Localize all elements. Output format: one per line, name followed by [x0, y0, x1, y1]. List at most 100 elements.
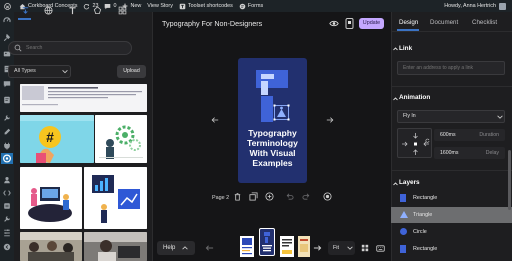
media-tile-gears[interactable] — [95, 115, 147, 163]
media-tile-screenshot[interactable] — [20, 84, 147, 112]
media3p-tab-icon[interactable] — [43, 5, 53, 15]
carousel-next-icon[interactable] — [313, 244, 322, 252]
wrench-icon[interactable] — [3, 215, 11, 223]
undo-icon[interactable] — [285, 192, 294, 201]
avatar — [499, 2, 506, 10]
account-menu[interactable]: Howdy, Anna Hertrich — [444, 0, 506, 12]
help-button[interactable]: Help — [157, 241, 195, 255]
layer-label: Circle — [413, 229, 427, 235]
tab-checklist[interactable]: Checklist — [472, 19, 497, 26]
settings-icon[interactable] — [3, 202, 11, 210]
duration-field[interactable]: 600ms Duration — [434, 129, 505, 141]
media-tile-people-desk[interactable] — [20, 167, 82, 229]
templates-tab-icon[interactable] — [117, 5, 127, 15]
dashboard-icon[interactable] — [3, 16, 11, 24]
delay-field[interactable]: 1600ms Delay — [434, 147, 505, 159]
page-thumbnail-3[interactable] — [280, 236, 294, 257]
page-thumbnail-2-active[interactable] — [259, 228, 275, 256]
media-tile-charts[interactable] — [84, 167, 147, 229]
carousel-prev-icon[interactable] — [205, 244, 214, 252]
device-preview-icon[interactable] — [345, 18, 354, 29]
forms-link[interactable]: Forms — [239, 0, 263, 12]
chevron-down-icon — [497, 115, 503, 119]
keyboard-shortcuts-icon[interactable] — [376, 244, 385, 253]
toolset-icon[interactable] — [3, 189, 11, 197]
layer-label: Rectangle — [413, 195, 438, 201]
duplicate-page-icon[interactable] — [249, 192, 258, 201]
tab-document[interactable]: Document — [430, 19, 458, 26]
divider — [391, 86, 512, 87]
add-page-icon[interactable] — [265, 192, 274, 201]
customize-icon[interactable] — [3, 229, 11, 237]
preview-eye-icon[interactable] — [329, 19, 339, 28]
animation-type-dropdown[interactable]: Fly In — [397, 110, 505, 123]
forms-icon — [239, 3, 246, 9]
chevron-down-icon — [62, 70, 68, 74]
web-stories-menu-item[interactable] — [1, 153, 13, 164]
divider — [391, 170, 512, 171]
media-search-input[interactable] — [8, 41, 132, 55]
layer-item-triangle[interactable]: Triangle — [391, 207, 512, 223]
users-icon[interactable] — [3, 176, 11, 184]
media-tile-hashtag[interactable]: # — [20, 115, 94, 163]
layer-item-rectangle-2[interactable]: Rectangle — [391, 241, 512, 257]
comments-link[interactable]: 0 — [104, 0, 116, 12]
delay-value: 1600ms — [440, 150, 459, 156]
grid-view-icon[interactable] — [361, 244, 369, 252]
comments-count: 0 — [113, 3, 117, 9]
next-page-arrow-icon[interactable] — [326, 116, 334, 124]
animation-section-heading[interactable]: Animation — [399, 94, 430, 101]
refresh-icon — [84, 3, 90, 9]
media-tab-icon[interactable] — [20, 5, 30, 15]
toolset-shortcodes-link[interactable]: Toolset shortcodes — [179, 0, 233, 12]
update-button[interactable]: Update — [359, 18, 384, 29]
chevron-up-icon[interactable] — [393, 97, 398, 101]
page-thumbnail-1[interactable] — [240, 236, 254, 257]
posts-pin-icon[interactable] — [3, 34, 11, 42]
link-address-input[interactable] — [397, 61, 505, 75]
story-title[interactable]: Typography For Non-Designers — [162, 19, 262, 28]
collapse-menu-icon[interactable] — [3, 243, 11, 251]
layer-item-rectangle[interactable]: Rectangle — [391, 190, 512, 206]
shape-circle[interactable] — [280, 106, 283, 110]
record-icon[interactable] — [323, 192, 332, 201]
delay-label: Delay — [485, 150, 499, 156]
svg-text:#: # — [46, 129, 54, 145]
text-tab-icon[interactable] — [67, 5, 77, 15]
plugins-icon[interactable] — [3, 142, 11, 150]
comment-icon — [105, 3, 111, 9]
page-title-text[interactable]: Typography Terminology With Visual Examp… — [238, 128, 307, 168]
shapes-tab-icon[interactable] — [92, 5, 102, 15]
previous-page-arrow-icon[interactable] — [211, 116, 219, 124]
layers-section-heading[interactable]: Layers — [399, 179, 420, 186]
media-tile-photo-crowd[interactable] — [20, 232, 82, 261]
comments-icon[interactable] — [3, 80, 11, 88]
circle-layer-icon — [400, 228, 407, 235]
replay-icon[interactable] — [425, 138, 430, 143]
duration-value: 600ms — [440, 132, 456, 138]
wordpress-logo-icon[interactable] — [4, 0, 13, 12]
panel-scrollbar[interactable] — [508, 150, 511, 210]
chevron-up-icon[interactable] — [393, 47, 398, 51]
delete-page-icon[interactable] — [233, 192, 242, 201]
appearance-icon[interactable] — [3, 128, 11, 136]
link-section-heading[interactable]: Link — [399, 45, 412, 52]
duration-label: Duration — [479, 132, 499, 138]
animation-direction-picker[interactable] — [397, 128, 432, 158]
tools-icon[interactable] — [3, 114, 11, 122]
forms-icon[interactable] — [3, 96, 11, 104]
shape-triangle[interactable] — [277, 109, 286, 117]
page-thumbnail-4[interactable] — [298, 236, 310, 257]
redo-icon[interactable] — [302, 192, 311, 201]
help-label: Help — [163, 245, 176, 251]
view-story-link[interactable]: View Story — [147, 0, 173, 12]
chevron-up-icon[interactable] — [393, 182, 398, 186]
shape-rectangle-2[interactable] — [261, 96, 273, 122]
forms-label: Forms — [247, 3, 264, 9]
media-tile-photo-laptop[interactable] — [84, 232, 147, 261]
tab-design[interactable]: Design — [399, 19, 418, 26]
layer-item-circle[interactable]: Circle — [391, 224, 512, 240]
toolset-icon — [179, 3, 186, 9]
upload-button[interactable]: Upload — [117, 65, 146, 78]
direction-up-arrow-icon — [413, 149, 418, 155]
